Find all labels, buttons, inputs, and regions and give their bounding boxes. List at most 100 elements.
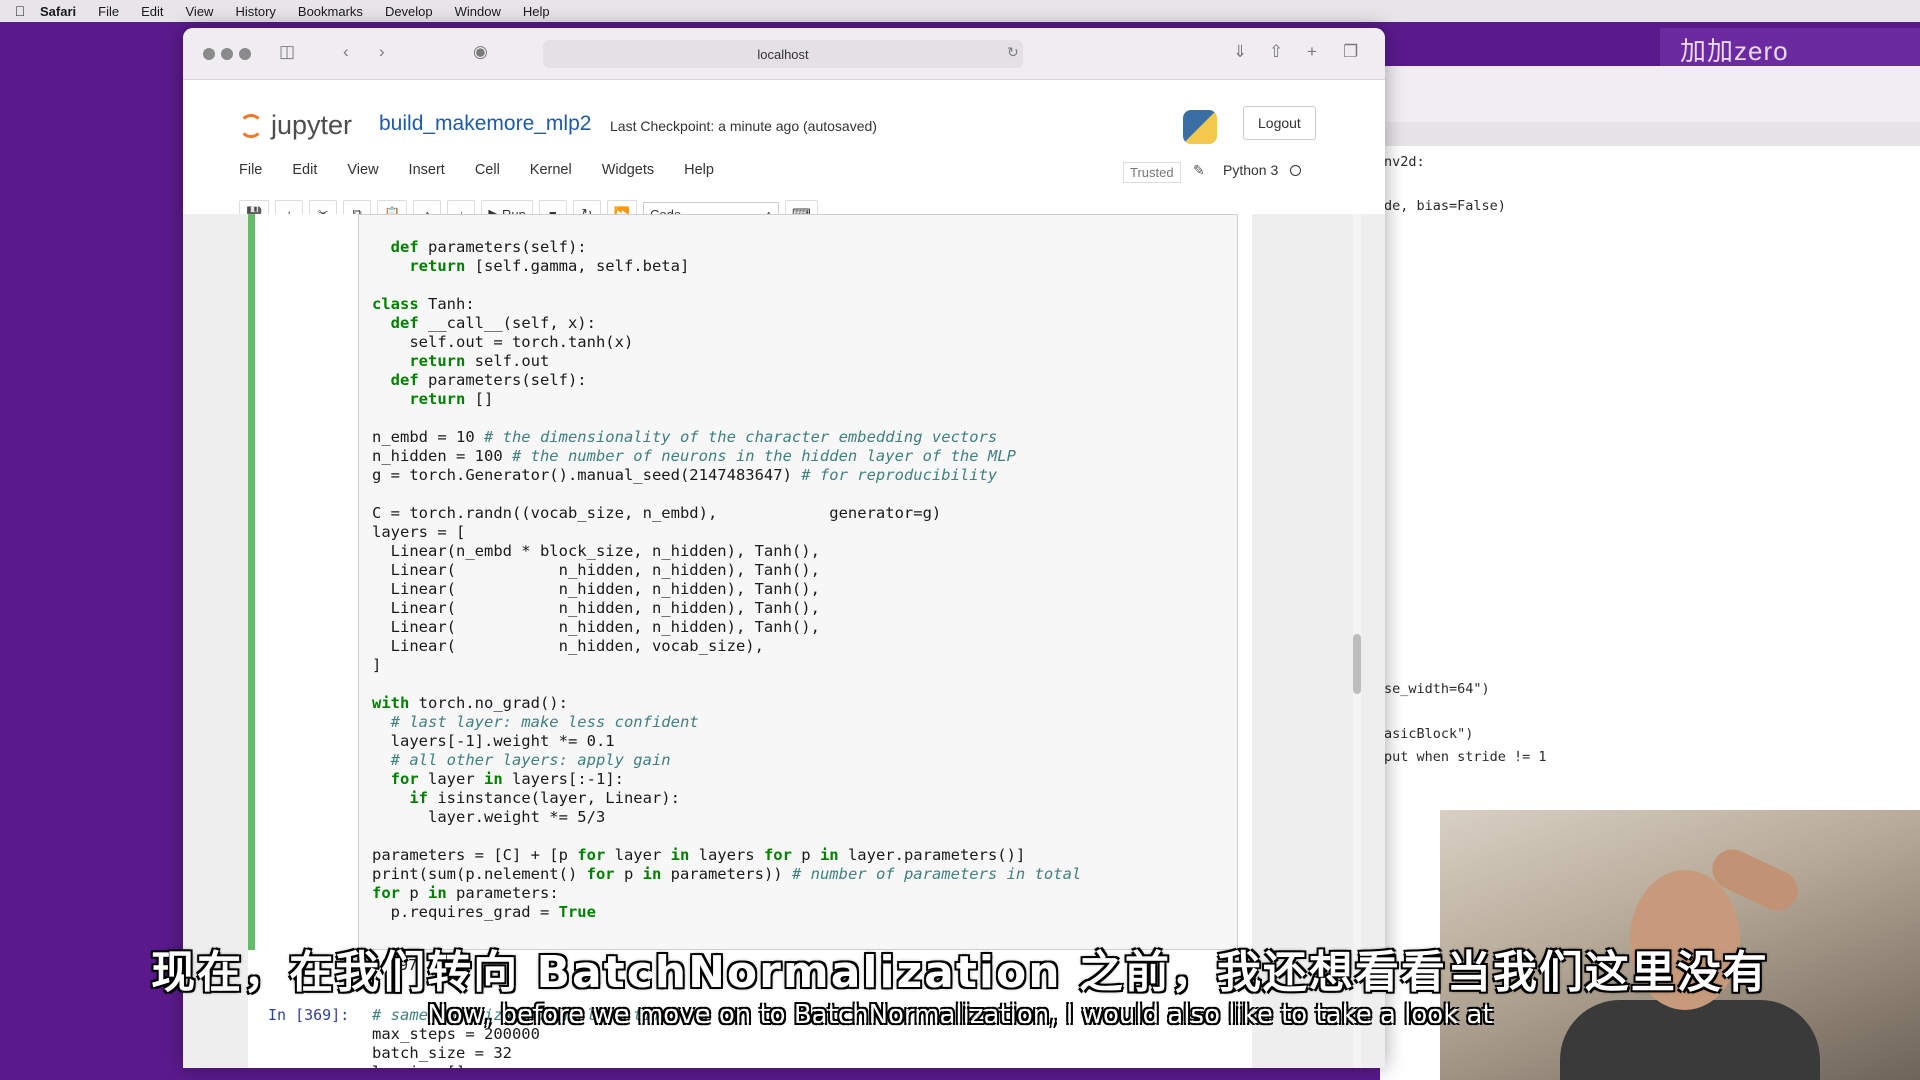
code-line: layers = [: [372, 523, 466, 541]
back-icon[interactable]: ‹: [343, 42, 349, 62]
selected-cell-indicator: [248, 214, 255, 950]
bg-code-line: se_width=64"): [1384, 681, 1490, 697]
menu-history[interactable]: History: [235, 4, 275, 19]
channel-watermark: 加加zero: [1660, 28, 1920, 70]
code-line: ​: [372, 485, 1081, 504]
scrollbar-thumb[interactable]: [1353, 634, 1361, 694]
logout-button[interactable]: Logout: [1243, 106, 1316, 140]
code-line: def parameters(self):: [390, 371, 587, 389]
apple-icon[interactable]: : [0, 3, 40, 19]
code-line: parameters = [C] + [p for layer in layer…: [372, 846, 1026, 864]
address-bar[interactable]: localhost: [543, 40, 1023, 68]
kernel-name: Python 3: [1223, 162, 1279, 178]
bg-code-line: put when stride != 1: [1384, 749, 1547, 765]
code-line: self.out = torch.tanh(x): [372, 333, 634, 351]
jupyter-logo[interactable]: jupyter: [239, 110, 352, 141]
code-line: p.requires_grad = True: [372, 903, 596, 921]
jupyter-orbit-icon: [239, 113, 263, 138]
code-line: def __call__(self, x):: [390, 314, 596, 332]
code-line: layer.weight *= 5/3: [372, 808, 606, 826]
code-line: # all other layers: apply gain: [390, 751, 671, 769]
code-line: ​: [372, 409, 1081, 428]
kernel-indicator[interactable]: Python 3: [1223, 162, 1302, 178]
edit-pencil-icon[interactable]: ✎: [1193, 162, 1205, 179]
share-icon[interactable]: ⇧: [1269, 42, 1283, 62]
bg-code-line: asicBlock"): [1384, 726, 1474, 742]
minimize-window-icon[interactable]: [221, 48, 233, 60]
macos-menubar:  Safari File Edit View History Bookmark…: [0, 0, 1920, 22]
bg-code-line: nv2d:: [1384, 154, 1425, 170]
menu-file[interactable]: File: [98, 4, 119, 19]
menu-file[interactable]: File: [239, 162, 262, 178]
code-line: ​: [372, 219, 1081, 238]
subtitle-chinese: 现在，在我们转向 BatchNormalization 之前，我还想看看当我们这…: [151, 947, 1769, 998]
zoom-window-icon[interactable]: [239, 48, 251, 60]
menu-app-name[interactable]: Safari: [40, 4, 76, 19]
code-line: g = torch.Generator().manual_seed(214748…: [372, 466, 998, 484]
trusted-indicator[interactable]: Trusted: [1123, 162, 1181, 183]
code-line: ​: [372, 675, 1081, 694]
code-line: class Tanh:: [372, 295, 475, 313]
code-line: batch_size = 32: [372, 1044, 512, 1062]
menu-view[interactable]: View: [186, 4, 214, 19]
code-line: layers[-1].weight *= 0.1: [372, 732, 615, 750]
menu-kernel[interactable]: Kernel: [530, 162, 572, 178]
reload-icon[interactable]: ↻: [1007, 44, 1019, 61]
code-line: Linear( n_hidden, vocab_size),: [372, 637, 764, 655]
menu-develop[interactable]: Develop: [385, 4, 433, 19]
code-line: return self.out: [409, 352, 550, 370]
code-line: Linear( n_hidden, n_hidden), Tanh(),: [372, 599, 820, 617]
menu-view[interactable]: View: [347, 162, 378, 178]
code-line: n_embd = 10 # the dimensionality of the …: [372, 428, 998, 446]
menu-bookmarks[interactable]: Bookmarks: [298, 4, 363, 19]
menu-window[interactable]: Window: [455, 4, 501, 19]
sidebar-toggle-icon[interactable]: ◫: [279, 42, 295, 62]
background-window-tabs[interactable]: [1380, 122, 1920, 146]
menu-edit[interactable]: Edit: [292, 162, 317, 178]
forward-icon[interactable]: ›: [379, 42, 385, 62]
code-line: Linear( n_hidden, n_hidden), Tanh(),: [372, 618, 820, 636]
url-text: localhost: [757, 46, 809, 62]
menu-edit[interactable]: Edit: [141, 4, 163, 19]
menu-insert[interactable]: Insert: [409, 162, 445, 178]
safari-window: ◫ ‹ › ◉ localhost ↻ ⇓ ⇧ + ❐ jupyter buil…: [183, 28, 1385, 1068]
code-line: ​: [372, 276, 1081, 295]
checkpoint-status: Last Checkpoint: a minute ago (autosaved…: [610, 118, 877, 134]
menu-help[interactable]: Help: [523, 4, 550, 19]
code-line: ]: [372, 656, 382, 674]
privacy-icon[interactable]: ◉: [473, 42, 488, 62]
new-tab-icon[interactable]: +: [1307, 42, 1317, 62]
jupyter-header: jupyter build_makemore_mlp2 Last Checkpo…: [183, 80, 1385, 228]
code-line: with torch.no_grad():: [372, 694, 568, 712]
code-line: for layer in layers[:-1]:: [390, 770, 624, 788]
code-line: n_hidden = 100 # the number of neurons i…: [372, 447, 1016, 465]
code-line: Linear( n_hidden, n_hidden), Tanh(),: [372, 580, 820, 598]
python-logo-icon: [1183, 110, 1217, 144]
notebook-menubar: File Edit View Insert Cell Kernel Widget…: [239, 162, 744, 178]
tab-overview-icon[interactable]: ❐: [1343, 42, 1358, 62]
code-line: print(sum(p.nelement() for p in paramete…: [372, 865, 1082, 883]
menu-cell[interactable]: Cell: [475, 162, 500, 178]
code-line: lossi = []: [372, 1063, 671, 1068]
code-line: C = torch.randn((vocab_size, n_embd), ge…: [372, 504, 942, 522]
bg-code-line: de, bias=False): [1384, 198, 1506, 214]
downloads-icon[interactable]: ⇓: [1233, 42, 1247, 62]
code-line: return [self.gamma, self.beta]: [409, 257, 690, 275]
code-line: ​: [372, 827, 1081, 846]
code-line: for p in parameters:: [372, 884, 559, 902]
browser-titlebar: ◫ ‹ › ◉ localhost ↻ ⇓ ⇧ + ❐: [183, 28, 1385, 80]
code-line: Linear(n_embd * block_size, n_hidden), T…: [372, 542, 820, 560]
subtitle-english: Now, before we move on to BatchNormaliza…: [427, 1000, 1493, 1030]
code-line: if isinstance(layer, Linear):: [409, 789, 680, 807]
code-line: return []: [409, 390, 494, 408]
kernel-status-icon: [1290, 164, 1302, 176]
close-window-icon[interactable]: [203, 48, 215, 60]
code-line: # last layer: make less confident: [390, 713, 699, 731]
code-line: Linear( n_hidden, n_hidden), Tanh(),: [372, 561, 820, 579]
code-cell-text[interactable]: return self.out ​ def parameters(self): r…: [372, 214, 1081, 922]
menu-help[interactable]: Help: [684, 162, 714, 178]
notebook-name[interactable]: build_makemore_mlp2: [379, 112, 591, 136]
code-line: def parameters(self):: [390, 238, 587, 256]
menu-widgets[interactable]: Widgets: [602, 162, 654, 178]
jupyter-logo-text: jupyter: [271, 110, 353, 140]
